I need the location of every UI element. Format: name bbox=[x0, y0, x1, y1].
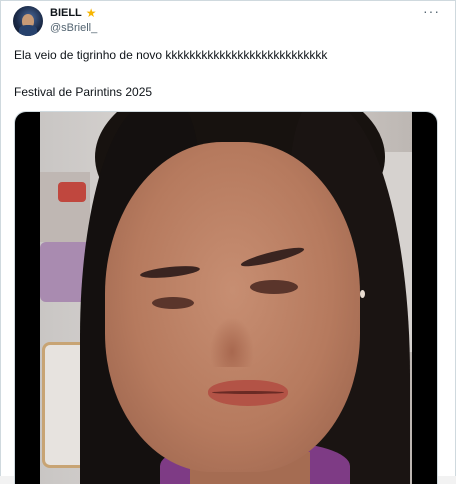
video-player[interactable] bbox=[40, 112, 412, 484]
author-display-name[interactable]: BIELL bbox=[50, 7, 82, 19]
author-name-row[interactable]: BIELL ★ bbox=[50, 7, 97, 19]
author-handle[interactable]: @sBriell_ bbox=[50, 22, 97, 34]
avatar[interactable] bbox=[13, 6, 43, 36]
tweet-text-line-1: Ela veio de tigrinho de novo kkkkkkkkkkk… bbox=[14, 48, 328, 62]
tweet-media[interactable] bbox=[14, 111, 438, 484]
tweet-text-line-2: Festival de Parintins 2025 bbox=[14, 85, 153, 99]
star-icon: ★ bbox=[85, 6, 97, 20]
more-options-icon[interactable]: ··· bbox=[423, 3, 440, 19]
